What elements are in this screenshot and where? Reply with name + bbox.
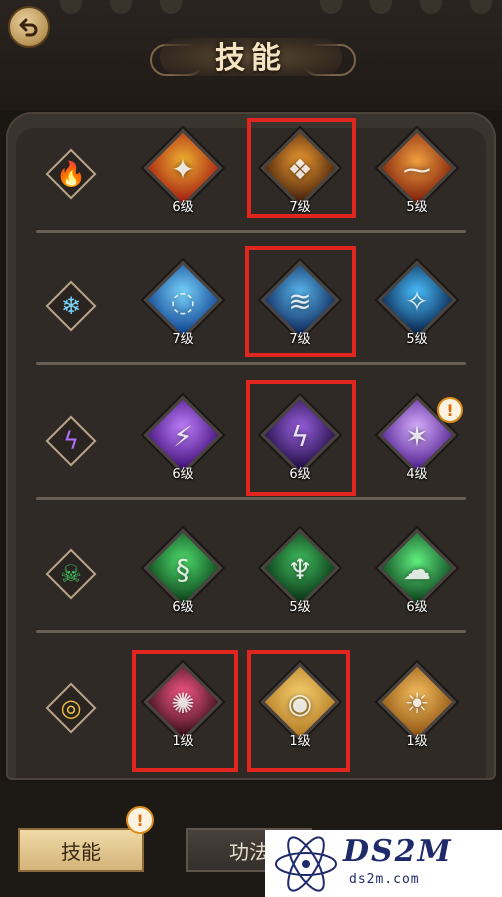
eye-icon: ◎ <box>60 694 82 722</box>
highlight-box <box>245 246 356 357</box>
skill-art-icon: ✧ <box>405 284 429 318</box>
skill-poison-3[interactable]: ☁ 6级 <box>377 528 457 628</box>
tab-skills-label: 技能 <box>61 839 101 864</box>
row-divider <box>36 362 466 365</box>
tab-alert-badge: ! <box>126 806 154 834</box>
back-arrow-icon <box>19 18 38 37</box>
skill-level: 5级 <box>406 332 428 347</box>
row-divider <box>36 230 466 233</box>
skill-level: 5级 <box>406 200 428 215</box>
roof-pattern <box>160 0 182 14</box>
skill-lightning-1[interactable]: ⚡ 6级 <box>143 395 223 495</box>
skull-icon: ☠ <box>60 560 82 588</box>
skill-poison-1[interactable]: § 6级 <box>143 528 223 628</box>
highlight-box <box>247 650 350 772</box>
skill-level: 5级 <box>289 600 311 615</box>
fire-icon: 🔥 <box>56 160 86 188</box>
skill-art-icon: ⚡ <box>173 419 193 453</box>
tab-techniques-label: 功法 <box>229 839 269 864</box>
skill-level: 6级 <box>172 600 194 615</box>
lightning-icon: ϟ <box>63 427 79 455</box>
skill-fire-1[interactable]: ✦ 6级 <box>143 128 223 228</box>
skill-ice-3[interactable]: ✧ 5级 <box>377 260 457 360</box>
roof-pattern <box>60 0 82 14</box>
skill-level: 6级 <box>172 467 194 482</box>
alert-icon: ! <box>446 400 454 420</box>
highlight-box <box>132 650 238 772</box>
skill-art-icon: ☀ <box>404 686 430 720</box>
skill-art-icon: ♆ <box>287 552 313 586</box>
watermark-url: ds2m.com <box>349 872 420 887</box>
back-button[interactable] <box>8 6 50 48</box>
skill-art-icon: ⁓ <box>403 152 431 186</box>
skill-fire-3[interactable]: ⁓ 5级 <box>377 128 457 228</box>
roof-pattern <box>110 0 132 14</box>
skill-level: 1级 <box>406 734 428 749</box>
roof-pattern <box>470 0 492 14</box>
skill-level: 6级 <box>172 200 194 215</box>
skill-art-icon: ☁ <box>403 552 431 586</box>
highlight-box <box>246 380 356 496</box>
atom-logo-icon <box>275 836 337 892</box>
watermark-text: DS2M <box>343 834 453 869</box>
skill-poison-2[interactable]: ♆ 5级 <box>260 528 340 628</box>
alert-icon: ! <box>136 810 144 830</box>
skill-light-3[interactable]: ☀ 1级 <box>377 662 457 762</box>
skill-art-icon: ✦ <box>171 152 195 186</box>
row-divider <box>36 630 466 633</box>
skill-art-icon: § <box>176 552 190 586</box>
roof-pattern <box>370 0 392 14</box>
skill-alert-badge: ! <box>437 397 463 423</box>
skill-art-icon: ◌ <box>170 284 196 318</box>
roof-pattern <box>320 0 342 14</box>
page-title: 技能 <box>215 41 287 76</box>
skill-level: 4级 <box>406 467 428 482</box>
roof-pattern <box>420 0 442 14</box>
skill-level: 6级 <box>406 600 428 615</box>
snowflake-icon: ❄ <box>60 292 82 320</box>
title-plate: 技能 <box>150 28 352 82</box>
row-divider <box>36 497 466 500</box>
highlight-box <box>247 118 356 218</box>
skill-ice-1[interactable]: ◌ 7级 <box>143 260 223 360</box>
watermark: DS2M ds2m.com <box>265 830 502 897</box>
tab-skills[interactable]: 技能 <box>18 828 144 872</box>
skill-level: 7级 <box>172 332 194 347</box>
